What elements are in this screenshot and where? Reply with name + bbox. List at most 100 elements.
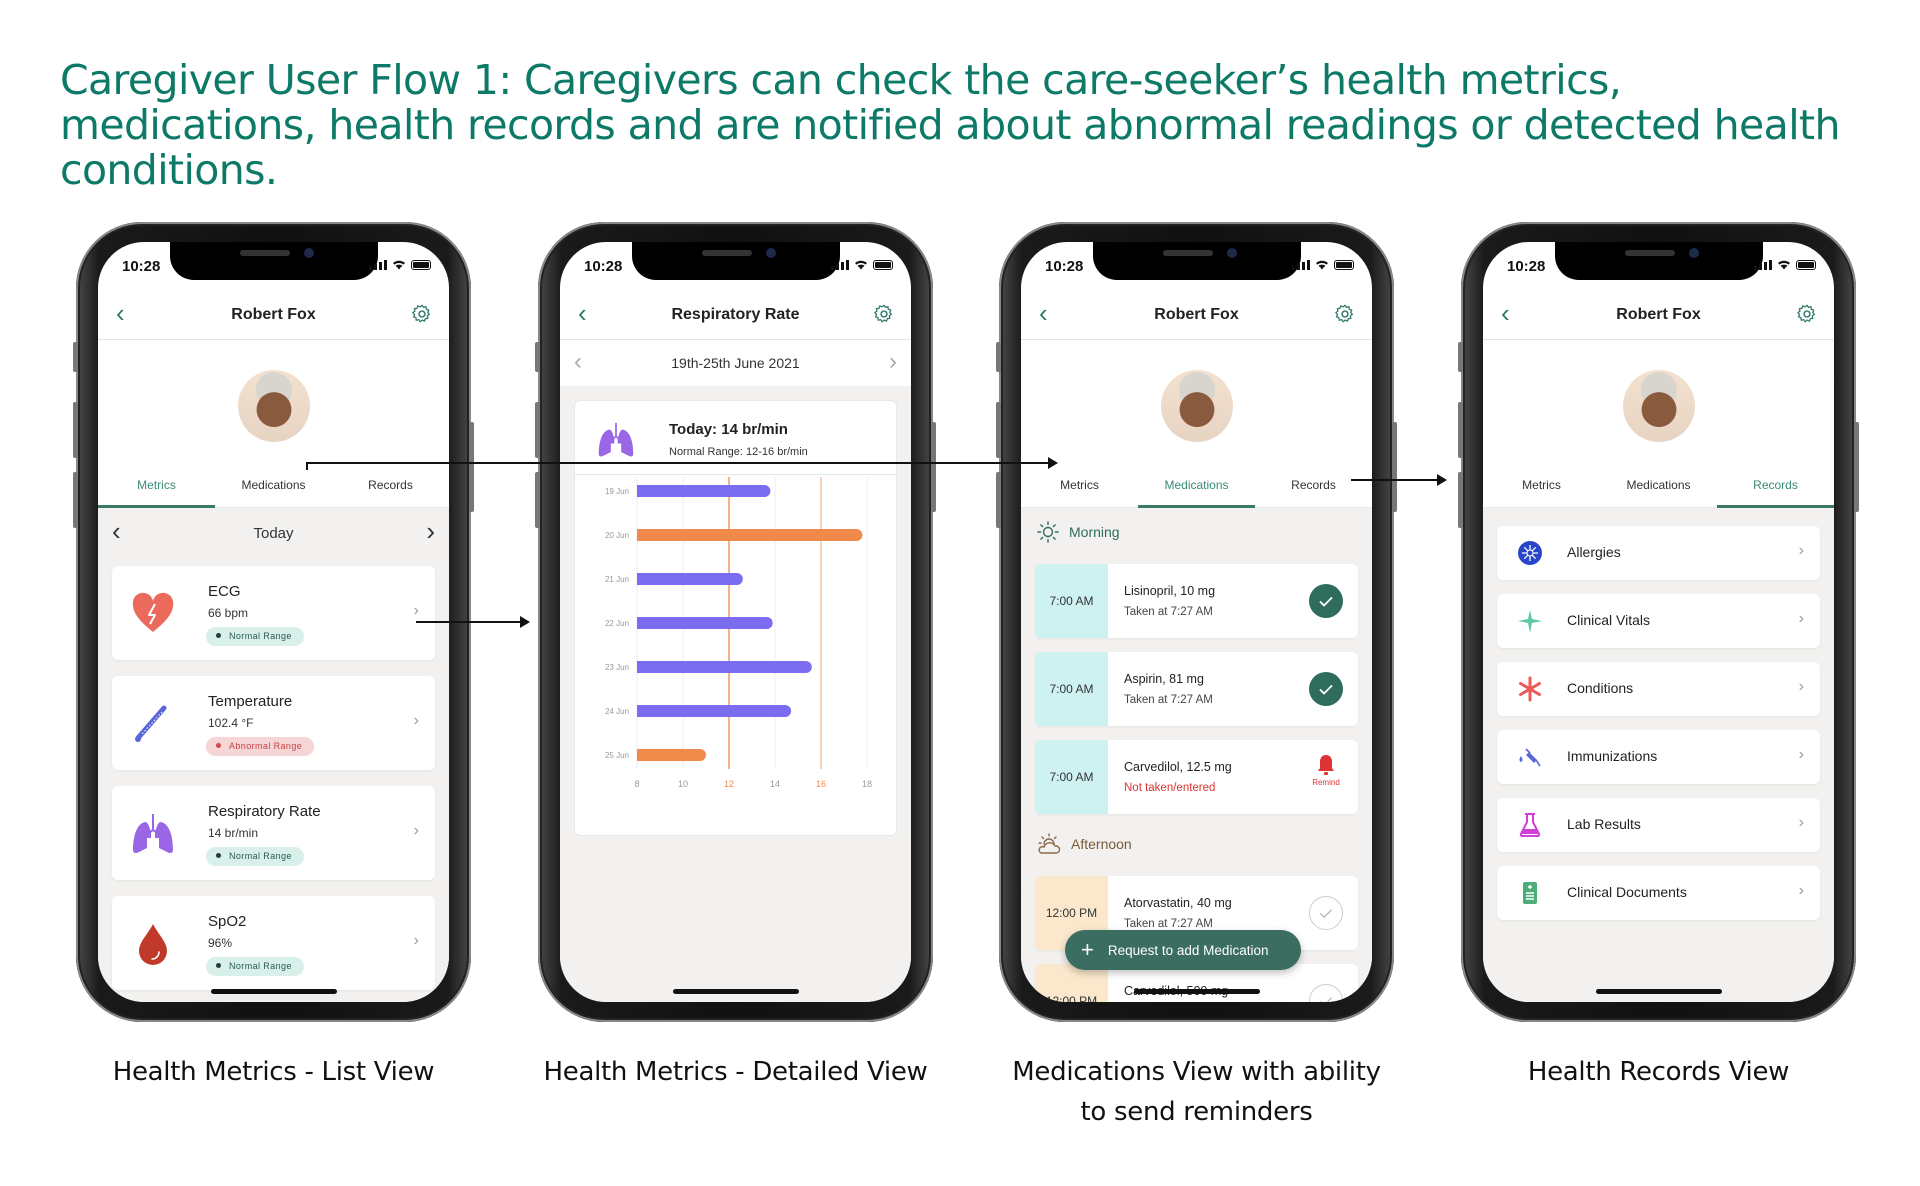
flow-arrow-records [1351, 474, 1447, 486]
x-tick-label: 10 [678, 779, 688, 789]
next-day-button[interactable]: › [426, 518, 435, 544]
metric-value: 14 br/min [208, 826, 259, 840]
status-time: 10:28 [584, 258, 623, 275]
bar-base [637, 529, 643, 541]
battery-icon [411, 260, 431, 270]
metric-card-ecg[interactable]: ECG 66 bpm Normal Range › [112, 566, 435, 660]
tab-metrics[interactable]: Metrics [1021, 464, 1138, 507]
y-category-label: 25 Jun [605, 751, 629, 760]
bar [637, 617, 773, 629]
wifi-icon [393, 260, 405, 270]
request-add-medication-button[interactable]: + Request to add Medication [1065, 930, 1301, 970]
record-label: Allergies [1567, 544, 1621, 560]
signal-icon [1292, 260, 1310, 270]
bar [637, 749, 706, 761]
x-tick-label: 18 [862, 779, 872, 789]
x-tick-label: 8 [634, 779, 639, 789]
pending-check-icon[interactable] [1309, 896, 1343, 930]
record-item-conditions[interactable]: Conditions › [1497, 662, 1820, 716]
phone-medications: 10:28 ‹ Robert Fox Metrics Medications R… [996, 222, 1397, 1022]
medications-list: Morning 7:00 AM Lisinopril, 10 mg Taken … [1021, 508, 1372, 1002]
taken-check-icon [1309, 672, 1343, 706]
tab-medications[interactable]: Medications [215, 464, 332, 507]
record-item-clinical-documents[interactable]: Clinical Documents › [1497, 866, 1820, 920]
record-label: Clinical Documents [1567, 884, 1687, 900]
metric-name: SpO2 [208, 913, 247, 930]
remind-button[interactable]: Remind [1306, 754, 1346, 787]
settings-gear-icon[interactable] [1334, 303, 1356, 325]
tab-bar: Metrics Medications Records [98, 464, 449, 508]
prev-day-button[interactable]: ‹ [112, 518, 121, 544]
detail-content: Today: 14 br/min Normal Range: 12-16 br/… [560, 386, 911, 1002]
today-value: Today: 14 br/min [669, 421, 788, 438]
signal-icon [369, 260, 387, 270]
y-category-label: 22 Jun [605, 619, 629, 628]
flow-arrow-detail [416, 616, 530, 628]
back-button[interactable]: ‹ [1501, 300, 1525, 326]
settings-gear-icon[interactable] [411, 303, 433, 325]
settings-gear-icon[interactable] [1796, 303, 1818, 325]
status-badge: Normal Range [206, 627, 304, 646]
bar-base [637, 705, 643, 717]
record-item-allergies[interactable]: Allergies › [1497, 526, 1820, 580]
record-item-lab-results[interactable]: Lab Results › [1497, 798, 1820, 852]
tab-records[interactable]: Records [332, 464, 449, 507]
chevron-right-icon: › [1798, 542, 1804, 559]
nav-bar: ‹ Robert Fox [1021, 290, 1372, 340]
lungs-icon [598, 422, 634, 457]
prev-week-button[interactable]: ‹ [574, 349, 582, 375]
section-label: Morning [1069, 524, 1120, 540]
document-icon [1523, 882, 1537, 904]
day-selector: ‹ Today › [98, 508, 449, 558]
status-badge: Normal Range [206, 847, 304, 866]
tab-metrics[interactable]: Metrics [1483, 464, 1600, 507]
back-button[interactable]: ‹ [578, 300, 602, 326]
caption-medications: Medications View with ability to send re… [1012, 1057, 1381, 1127]
nav-bar: ‹ Robert Fox [1483, 290, 1834, 340]
chart-card: Today: 14 br/min Normal Range: 12-16 br/… [574, 400, 897, 836]
week-selector: ‹ 19th-25th June 2021 › [560, 340, 911, 386]
chevron-right-icon: › [413, 602, 419, 619]
metric-card-spo2[interactable]: SpO2 96% Normal Range › [112, 896, 435, 990]
metrics-list: ‹ Today › ECG 66 bpm Normal Range › Temp… [98, 508, 449, 1002]
records-list: Allergies › Clinical Vitals › Conditions… [1483, 508, 1834, 1002]
caption-metrics-list: Health Metrics - List View [112, 1057, 435, 1087]
chevron-right-icon: › [413, 822, 419, 839]
tab-medications[interactable]: Medications [1138, 464, 1255, 508]
bell-icon [1318, 755, 1334, 775]
remind-label: Remind [1312, 778, 1340, 787]
record-item-immunizations[interactable]: Immunizations › [1497, 730, 1820, 784]
medication-card: 7:00 AM Lisinopril, 10 mg Taken at 7:27 … [1035, 564, 1358, 638]
chevron-right-icon: › [413, 712, 419, 729]
tab-records[interactable]: Records [1717, 464, 1834, 508]
syringe-icon [1519, 748, 1541, 767]
record-item-clinical-vitals[interactable]: Clinical Vitals › [1497, 594, 1820, 648]
bar-base [637, 617, 643, 629]
blood-drop-icon [139, 924, 167, 965]
tab-medications[interactable]: Medications [1600, 464, 1717, 507]
back-button[interactable]: ‹ [1039, 300, 1063, 326]
caption-metrics-detail: Health Metrics - Detailed View [543, 1057, 928, 1087]
settings-gear-icon[interactable] [873, 303, 895, 325]
metric-card-temperature[interactable]: Temperature 102.4 °F Abnormal Range › [112, 676, 435, 770]
back-button[interactable]: ‹ [116, 300, 140, 326]
next-week-button[interactable]: › [889, 349, 897, 375]
metric-card-respiratory-rate[interactable]: Respiratory Rate 14 br/min Normal Range … [112, 786, 435, 880]
chevron-right-icon: › [1798, 678, 1804, 695]
medication-card: 7:00 AM Aspirin, 81 mg Taken at 7:27 AM [1035, 652, 1358, 726]
cloud-sun-icon [1038, 833, 1061, 854]
dose-time: 7:00 AM [1035, 652, 1108, 726]
x-tick-label: 16 [816, 779, 826, 789]
metric-name: Temperature [208, 693, 293, 710]
asterisk-icon [1519, 676, 1541, 702]
pending-check-icon[interactable] [1309, 984, 1343, 1002]
y-category-label: 21 Jun [605, 575, 629, 584]
section-label: Afternoon [1071, 836, 1132, 852]
tab-metrics[interactable]: Metrics [98, 464, 215, 508]
wifi-icon [1316, 260, 1328, 270]
home-indicator [672, 989, 799, 994]
status-badge: Normal Range [206, 957, 304, 976]
tab-records[interactable]: Records [1255, 464, 1372, 507]
avatar [1622, 370, 1695, 442]
vitals-sparkle-icon [1518, 610, 1542, 633]
